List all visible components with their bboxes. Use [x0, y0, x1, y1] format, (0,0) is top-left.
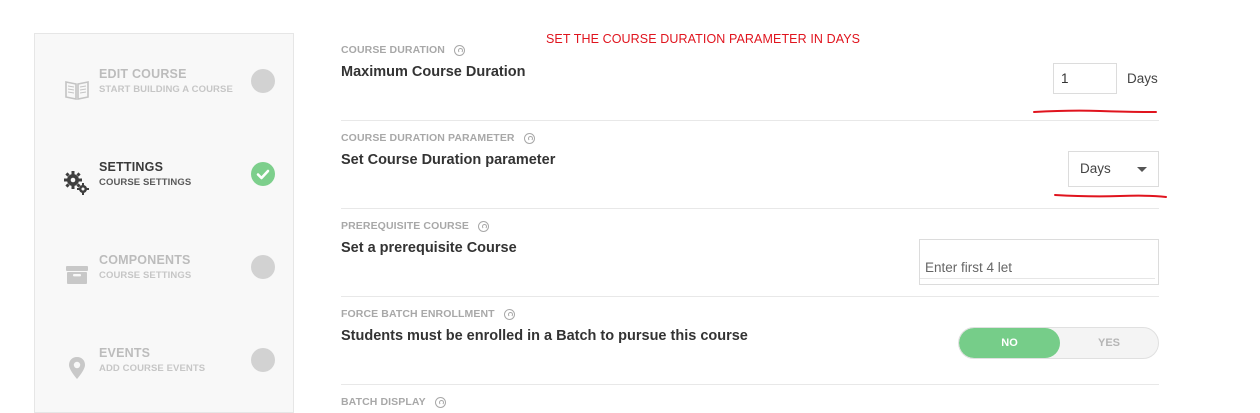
- annotation-text: SET THE COURSE DURATION PARAMETER IN DAY…: [546, 32, 861, 46]
- force-batch-toggle[interactable]: NO YES: [958, 327, 1159, 359]
- prerequisite-title: Set a prerequisite Course: [341, 240, 517, 256]
- force-batch-title: Students must be enrolled in a Batch to …: [341, 328, 748, 344]
- prerequisite-label: PREREQUISITE COURSE: [341, 220, 489, 232]
- prerequisite-search-input[interactable]: [920, 256, 1155, 279]
- caret-down-icon: [1137, 167, 1147, 172]
- help-icon[interactable]: [477, 220, 489, 232]
- step-status-pending: [251, 255, 275, 279]
- prerequisite-field: [919, 239, 1159, 285]
- step-title: EDIT COURSE: [99, 67, 187, 81]
- duration-parameter-title: Set Course Duration parameter: [341, 152, 556, 168]
- divider: [341, 296, 1159, 297]
- setting-label: BATCH DISPLAY: [341, 396, 426, 408]
- step-settings[interactable]: SETTINGS COURSE SETTINGS: [35, 160, 295, 220]
- check-icon: [256, 169, 270, 180]
- course-duration-label: COURSE DURATION: [341, 44, 465, 56]
- red-underline-annotation: [1054, 194, 1167, 198]
- step-edit-course[interactable]: EDIT COURSE START BUILDING A COURSE: [35, 67, 295, 127]
- gears-icon: [64, 171, 89, 195]
- divider: [341, 384, 1159, 385]
- toggle-no-option[interactable]: NO: [959, 328, 1060, 358]
- step-subtitle: ADD COURSE EVENTS: [99, 363, 206, 374]
- step-title: EVENTS: [99, 346, 151, 360]
- setting-label: FORCE BATCH ENROLLMENT: [341, 308, 495, 320]
- course-steps-sidebar: EDIT COURSE START BUILDING A COURSE SETT…: [34, 33, 294, 413]
- step-status-pending: [251, 69, 275, 93]
- divider: [341, 120, 1159, 121]
- step-subtitle: COURSE SETTINGS: [99, 270, 192, 281]
- step-title: COMPONENTS: [99, 253, 191, 267]
- red-underline-annotation: [1033, 109, 1157, 113]
- batch-display-label: BATCH DISPLAY: [341, 396, 446, 408]
- map-marker-icon: [69, 357, 85, 379]
- step-components[interactable]: COMPONENTS COURSE SETTINGS: [35, 253, 295, 313]
- step-status-complete: [251, 162, 275, 186]
- help-icon[interactable]: [523, 132, 535, 144]
- step-subtitle: START BUILDING A COURSE: [99, 84, 233, 95]
- book-icon: [65, 81, 89, 100]
- course-duration-input[interactable]: [1053, 63, 1117, 94]
- help-icon[interactable]: [453, 44, 465, 56]
- setting-label: COURSE DURATION PARAMETER: [341, 132, 515, 144]
- help-icon[interactable]: [503, 308, 515, 320]
- duration-parameter-select[interactable]: Days: [1068, 151, 1159, 187]
- help-icon[interactable]: [434, 396, 446, 408]
- divider: [341, 208, 1159, 209]
- setting-label: PREREQUISITE COURSE: [341, 220, 469, 232]
- force-batch-label: FORCE BATCH ENROLLMENT: [341, 308, 515, 320]
- toggle-yes-option[interactable]: YES: [1060, 328, 1158, 358]
- step-subtitle: COURSE SETTINGS: [99, 177, 192, 188]
- duration-parameter-label: COURSE DURATION PARAMETER: [341, 132, 535, 144]
- duration-unit-label: Days: [1127, 71, 1158, 86]
- step-title: SETTINGS: [99, 160, 164, 174]
- selected-value: Days: [1080, 161, 1111, 176]
- step-status-pending: [251, 348, 275, 372]
- setting-label: COURSE DURATION: [341, 44, 445, 56]
- step-events[interactable]: EVENTS ADD COURSE EVENTS: [35, 346, 295, 406]
- archive-icon: [66, 266, 88, 284]
- course-duration-title: Maximum Course Duration: [341, 64, 526, 80]
